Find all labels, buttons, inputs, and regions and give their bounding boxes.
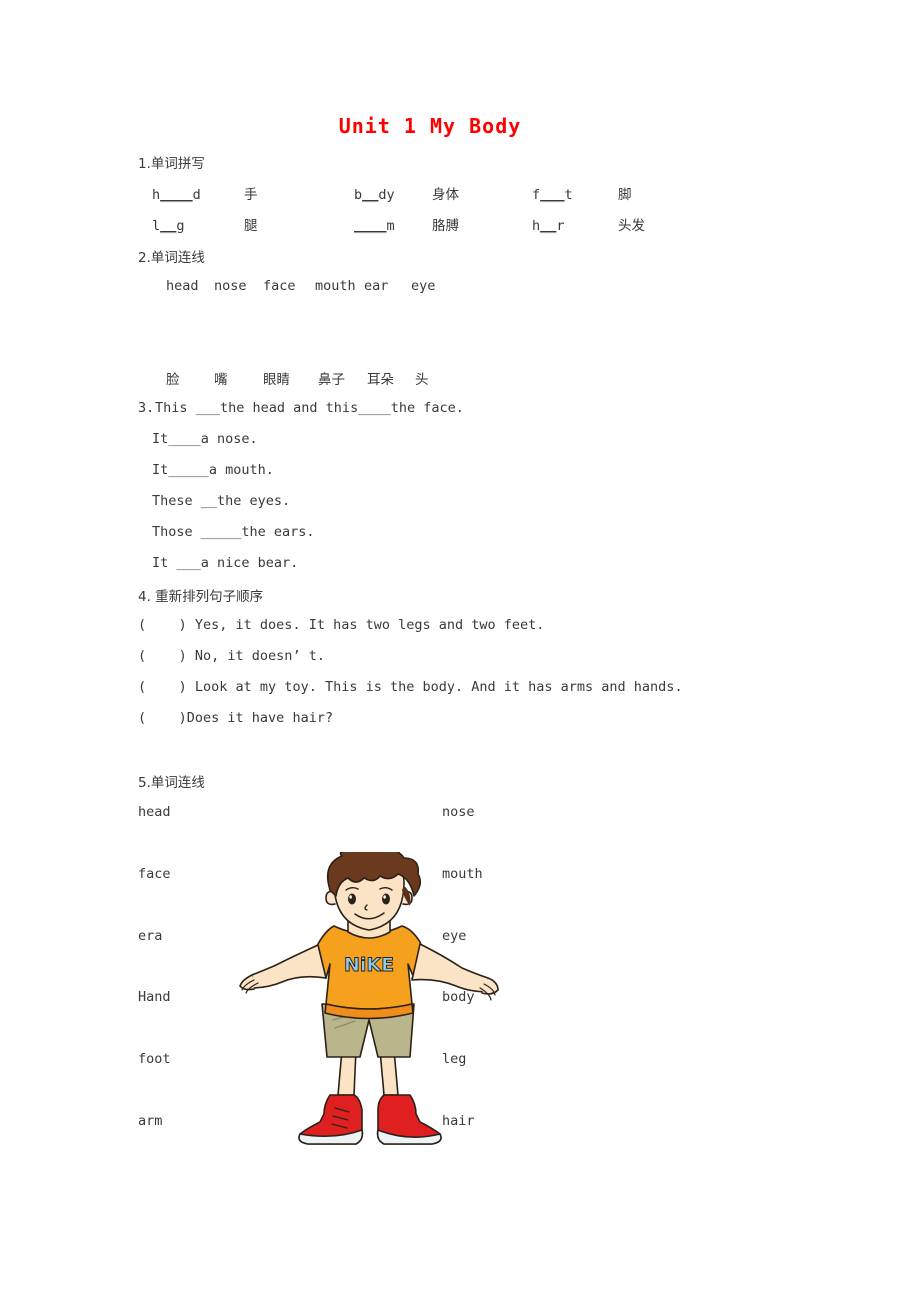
match-cn-zui[interactable]: 嘴 [214,368,263,388]
section-2-heading: 2.单词连线 [138,250,205,266]
spelling-item-foot: f___t [532,187,573,203]
spelling-cn-arm: 胳膊 [432,218,459,234]
section-2-english-words: head nose face mouth ear eye [166,278,435,294]
section-4-heading: 4. 重新排列句子顺序 [138,589,264,605]
section5-left-head[interactable]: head [138,804,171,820]
spelling-item-leg: l__g [152,218,185,234]
section-3-line-5: Those _____the ears. [152,524,315,540]
shirt-logo-text: NiKE [344,954,394,976]
section5-right-nose[interactable]: nose [442,804,475,820]
section-3-line-6: It ___a nice bear. [152,555,299,571]
boy-illustration: NiKE [238,846,500,1162]
match-cn-erduo[interactable]: 耳朵 [367,368,415,388]
match-word-nose[interactable]: nose [214,278,263,294]
order-text-4: Does it have hair? [186,710,334,726]
spelling-cn-body: 身体 [432,187,459,203]
section5-left-era[interactable]: era [138,928,162,944]
spelling-row-2: l__g 腿 ____m 胳膊 h__r 头发 [152,214,645,234]
page-title: Unit 1 My Body [338,114,522,138]
match-cn-yanjing[interactable]: 眼睛 [263,368,318,388]
order-item-4: ( )Does it have hair? [138,710,333,726]
section-3-line-3: It_____a mouth. [152,462,274,478]
section-3-line-1: This ___the head and this____the face. [155,400,464,416]
order-text-2: No, it doesn’ t. [194,648,325,664]
match-word-face[interactable]: face [263,278,315,294]
match-word-eye[interactable]: eye [411,278,435,294]
worksheet-page: Unit 1 My Body 1.单词拼写 h____d 手 b__dy 身体 … [0,0,920,1302]
section5-right-leg[interactable]: leg [442,1051,466,1067]
order-marker-4[interactable]: ( ) [138,710,187,726]
match-cn-lian[interactable]: 脸 [166,368,214,388]
spelling-row-1: h____d 手 b__dy 身体 f___t 脚 [152,183,632,203]
spelling-cn-hair: 头发 [618,218,645,234]
section-3-number: 3. [138,400,155,416]
order-marker-1[interactable]: ( ) [138,617,195,633]
spelling-cn-leg: 腿 [244,218,258,234]
spelling-item-hand: h____d [152,187,201,203]
order-item-3: ( ) Look at my toy. This is the body. An… [138,679,683,695]
order-item-2: ( ) No, it doesn’ t. [138,648,325,664]
spelling-item-body: b__dy [354,187,395,203]
section-1-heading: 1.单词拼写 [138,156,205,172]
spelling-item-arm: ____m [354,218,395,234]
section5-left-foot[interactable]: foot [138,1051,171,1067]
boy-figure-svg: NiKE [239,846,499,1145]
order-marker-2[interactable]: ( ) [138,648,195,664]
section-3-line-2: It____a nose. [152,431,258,447]
section-5-heading: 5.单词连线 [138,775,205,791]
match-cn-bizi[interactable]: 鼻子 [318,368,367,388]
spelling-item-hair: h__r [532,218,565,234]
match-word-head[interactable]: head [166,278,214,294]
spelling-cn-foot: 脚 [618,187,632,203]
section5-right-eye[interactable]: eye [442,928,466,944]
order-marker-3[interactable]: ( ) [138,679,195,695]
section5-left-arm[interactable]: arm [138,1113,162,1129]
match-word-ear[interactable]: ear [364,278,411,294]
order-text-1: Yes, it does. It has two legs and two fe… [194,617,545,633]
section5-left-face[interactable]: face [138,866,171,882]
order-item-1: ( ) Yes, it does. It has two legs and tw… [138,617,544,633]
section5-left-hand[interactable]: Hand [138,989,171,1005]
section-3-line-4: These __the eyes. [152,493,291,509]
match-word-mouth[interactable]: mouth [315,278,364,294]
spelling-cn-hand: 手 [244,187,258,203]
order-text-3: Look at my toy. This is the body. And it… [194,679,683,695]
match-cn-tou[interactable]: 头 [415,368,429,388]
section-2-chinese-words: 脸 嘴 眼睛 鼻子 耳朵 头 [166,368,429,388]
